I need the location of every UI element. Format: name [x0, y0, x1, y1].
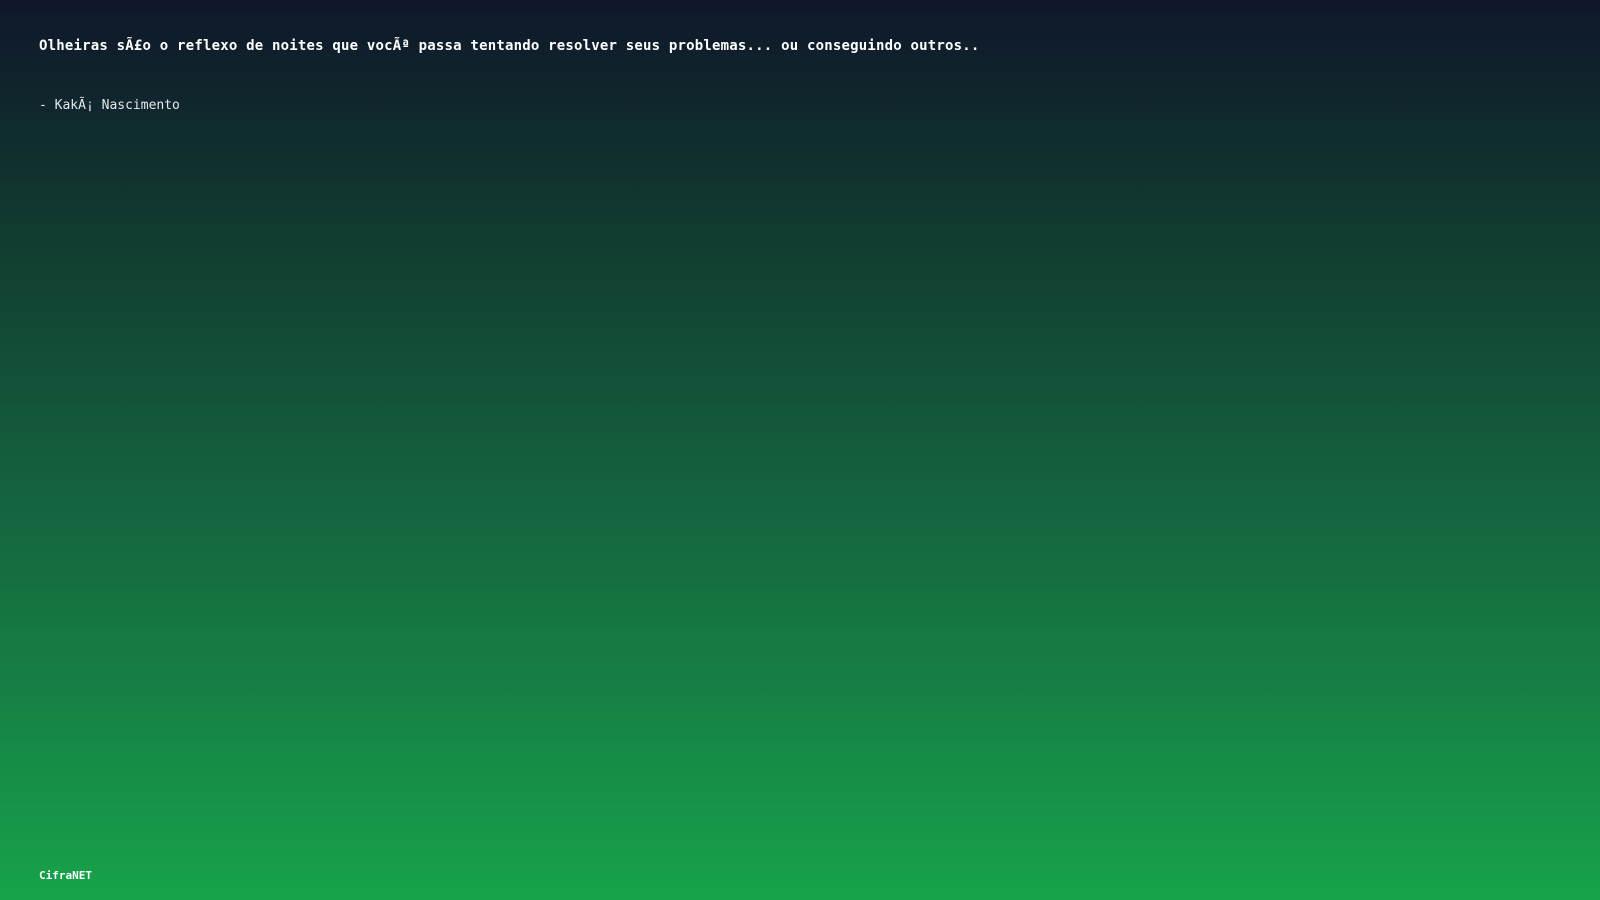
brand-label: CifraNET [39, 869, 92, 882]
quote-text: Olheiras sÃ£o o reflexo de noites que vo… [39, 38, 980, 54]
quote-author: - KakÃ¡ Nascimento [39, 98, 180, 113]
